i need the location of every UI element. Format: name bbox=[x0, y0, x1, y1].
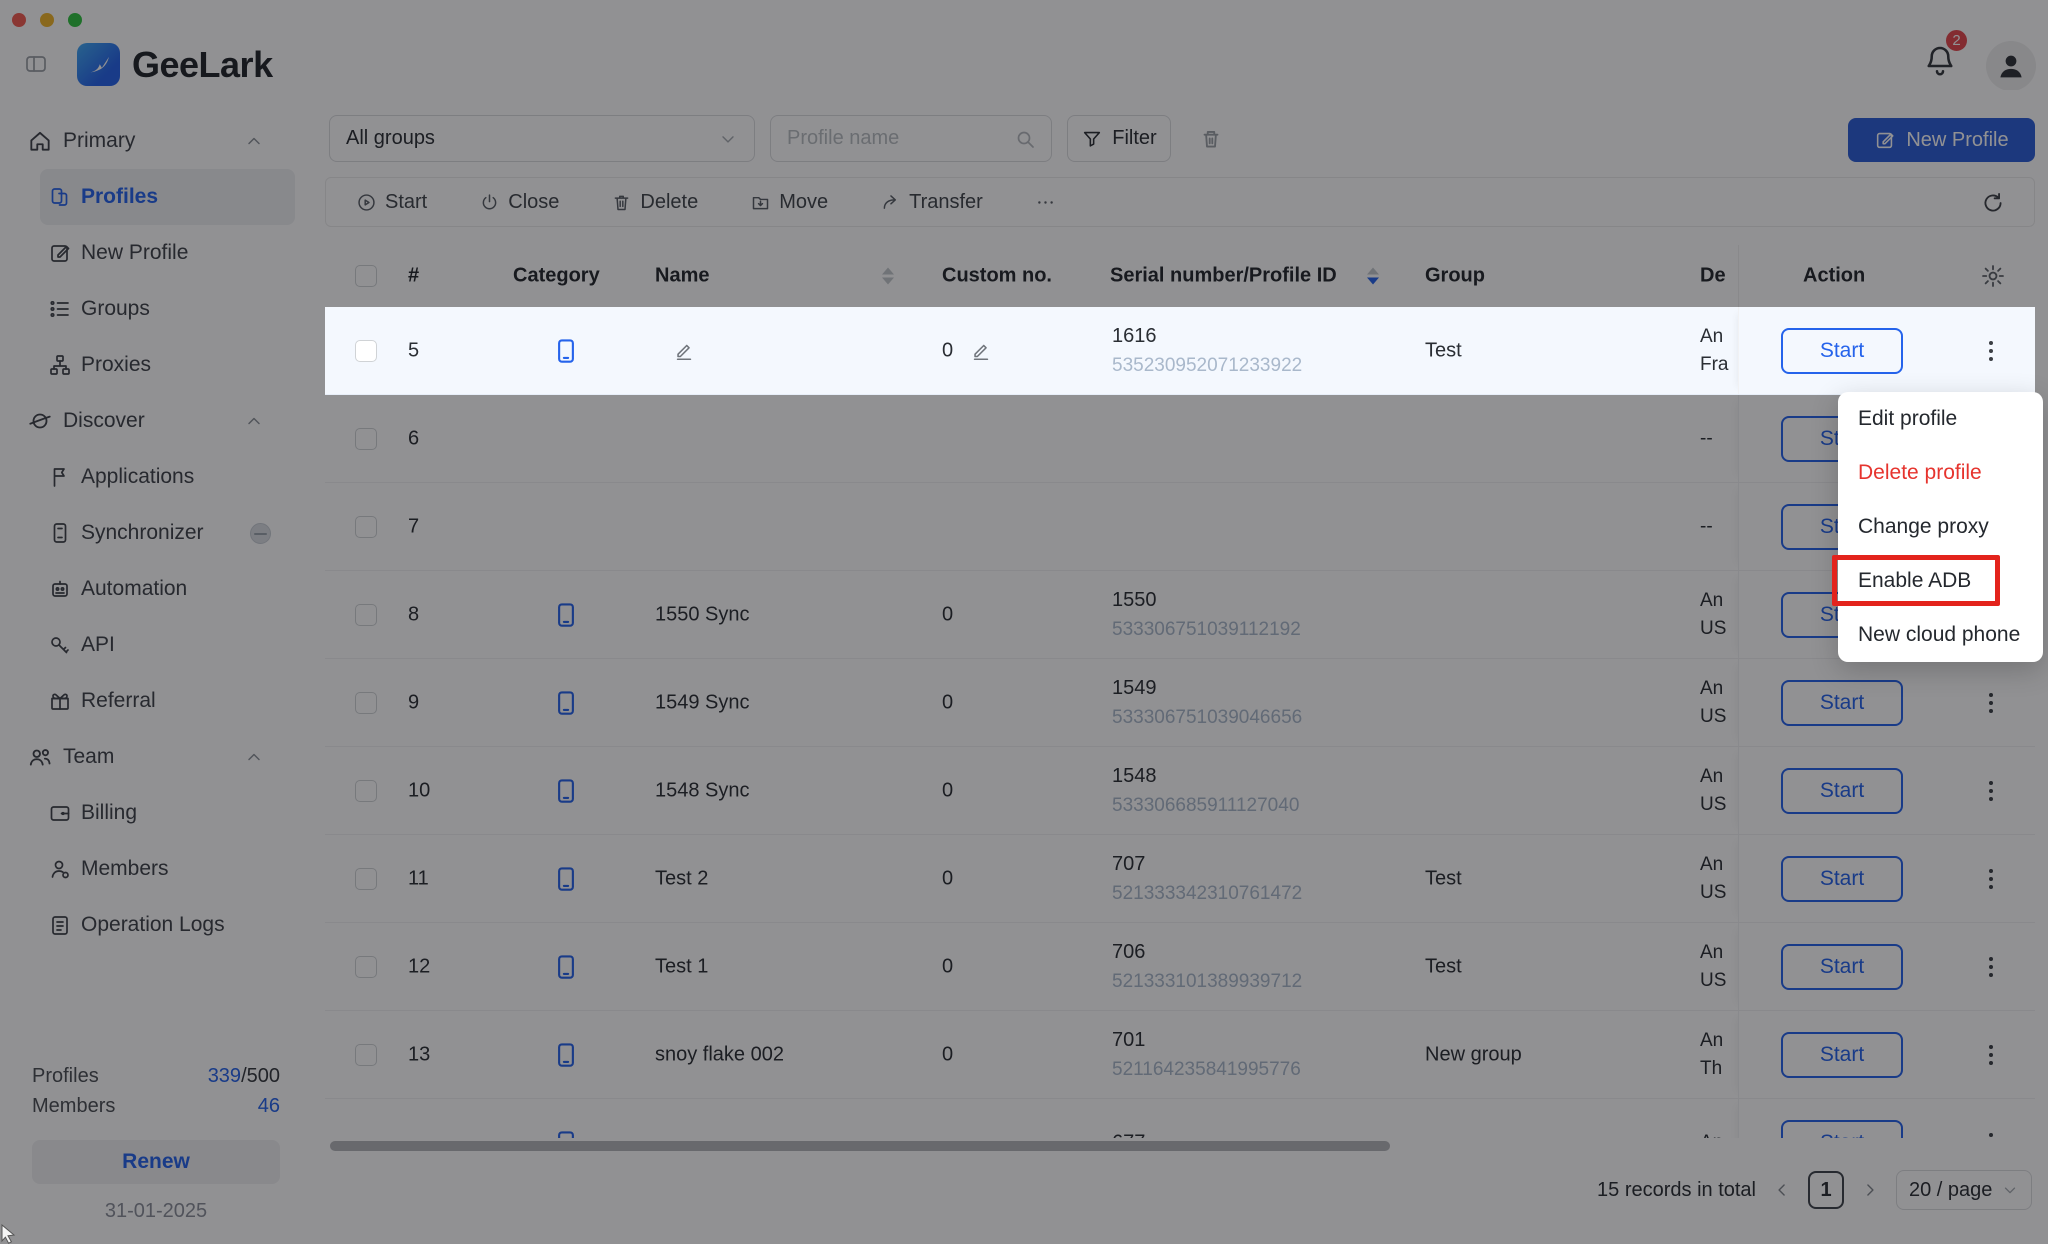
menu-item-edit-profile[interactable]: Edit profile bbox=[1838, 392, 2043, 446]
menu-item-new-cloud-phone[interactable]: New cloud phone bbox=[1838, 608, 2043, 662]
device-info: AnFra bbox=[1700, 323, 1740, 379]
edit-name-icon[interactable] bbox=[673, 340, 695, 362]
profile-id: 535230952071233922 bbox=[1112, 351, 1302, 380]
table-row: 5 0 1616535230952071233922 Test AnFra Start bbox=[325, 307, 2035, 395]
more-actions-icon[interactable] bbox=[1985, 337, 1997, 365]
row-context-menu: Edit profileDelete profileChange proxyEn… bbox=[1838, 392, 2043, 662]
edit-custom-no-icon[interactable] bbox=[970, 340, 992, 362]
row-number: 5 bbox=[408, 339, 419, 362]
geelark-window: GeeLark 2 PrimaryProfilesNew ProfileGrou… bbox=[0, 0, 2048, 1244]
row-checkbox[interactable] bbox=[355, 340, 377, 362]
serial-profile-id: 1616535230952071233922 bbox=[1112, 322, 1302, 380]
menu-item-change-proxy[interactable]: Change proxy bbox=[1838, 500, 2043, 554]
category-phone-icon bbox=[551, 336, 581, 366]
group-name: Test bbox=[1425, 339, 1462, 362]
annotation-highlight-box bbox=[1832, 555, 2000, 606]
row-action-cell: Start bbox=[1738, 307, 2035, 394]
serial-number: 1616 bbox=[1112, 322, 1302, 351]
start-button[interactable]: Start bbox=[1781, 328, 1903, 374]
custom-no: 0 bbox=[942, 339, 953, 362]
menu-item-delete-profile[interactable]: Delete profile bbox=[1838, 446, 2043, 500]
device-line2: Fra bbox=[1700, 351, 1740, 379]
dim-overlay bbox=[0, 0, 2048, 1244]
mouse-cursor bbox=[0, 1224, 20, 1244]
device-line1: An bbox=[1700, 323, 1740, 351]
